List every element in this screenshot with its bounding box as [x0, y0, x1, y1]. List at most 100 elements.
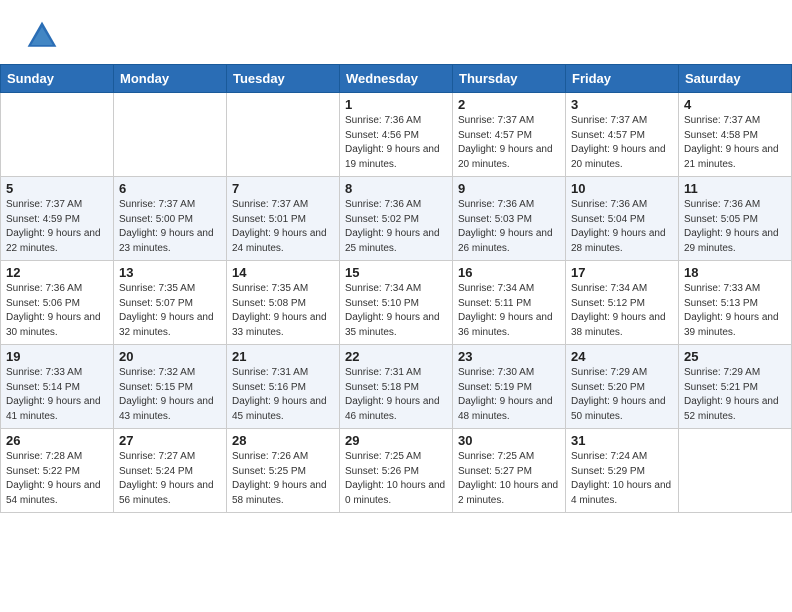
day-number: 17 — [571, 265, 673, 280]
day-number: 24 — [571, 349, 673, 364]
calendar-cell: 29Sunrise: 7:25 AM Sunset: 5:26 PM Dayli… — [340, 429, 453, 513]
day-number: 6 — [119, 181, 221, 196]
day-info: Sunrise: 7:37 AM Sunset: 4:57 PM Dayligh… — [571, 114, 673, 172]
day-info: Sunrise: 7:25 AM Sunset: 5:27 PM Dayligh… — [458, 450, 560, 508]
calendar-cell: 27 Sunrise: 7:27 AM Sunset: 5:24 PM Dayli… — [114, 429, 227, 513]
day-info: Sunrise: 7:34 AM Sunset: 5:10 PM Dayligh… — [345, 282, 447, 340]
day-number: 2 — [458, 97, 560, 112]
calendar-cell: 21 Sunrise: 7:31 AM Sunset: 5:16 PM Dayli… — [227, 345, 340, 429]
logo — [24, 18, 64, 54]
calendar-cell: 12 Sunrise: 7:36 AM Sunset: 5:06 PM Dayli… — [1, 261, 114, 345]
calendar-cell: 2 Sunrise: 7:37 AM Sunset: 4:57 PM Daylig… — [453, 93, 566, 177]
day-number: 1 — [345, 97, 447, 112]
calendar-cell: 3 Sunrise: 7:37 AM Sunset: 4:57 PM Daylig… — [566, 93, 679, 177]
day-info: Sunrise: 7:35 AM Sunset: 5:07 PM Dayligh… — [119, 282, 221, 340]
day-number: 9 — [458, 181, 560, 196]
calendar-table: SundayMondayTuesdayWednesdayThursdayFrid… — [0, 64, 792, 513]
day-number: 13 — [119, 265, 221, 280]
calendar-week-4: 26Sunrise: 7:28 AM Sunset: 5:22 PM Dayli… — [1, 429, 792, 513]
day-info: Sunrise: 7:25 AM Sunset: 5:26 PM Dayligh… — [345, 450, 447, 508]
day-number: 28 — [232, 433, 334, 448]
calendar-cell: 14 Sunrise: 7:35 AM Sunset: 5:08 PM Dayli… — [227, 261, 340, 345]
calendar-header-wednesday: Wednesday — [340, 65, 453, 93]
calendar-cell: 16 Sunrise: 7:34 AM Sunset: 5:11 PM Dayli… — [453, 261, 566, 345]
calendar-cell: 1 Sunrise: 7:36 AM Sunset: 4:56 PM Daylig… — [340, 93, 453, 177]
calendar-cell: 25 Sunrise: 7:29 AM Sunset: 5:21 PM Dayli… — [679, 345, 792, 429]
day-info: Sunrise: 7:36 AM Sunset: 5:02 PM Dayligh… — [345, 198, 447, 256]
calendar-cell: 4Sunrise: 7:37 AM Sunset: 4:58 PM Daylig… — [679, 93, 792, 177]
calendar-cell: 9 Sunrise: 7:36 AM Sunset: 5:03 PM Daylig… — [453, 177, 566, 261]
calendar-week-1: 5 Sunrise: 7:37 AM Sunset: 4:59 PM Daylig… — [1, 177, 792, 261]
calendar-header-thursday: Thursday — [453, 65, 566, 93]
calendar-cell: 24 Sunrise: 7:29 AM Sunset: 5:20 PM Dayli… — [566, 345, 679, 429]
day-info: Sunrise: 7:37 AM Sunset: 5:00 PM Dayligh… — [119, 198, 221, 256]
day-number: 4 — [684, 97, 786, 112]
calendar-week-0: 1 Sunrise: 7:36 AM Sunset: 4:56 PM Daylig… — [1, 93, 792, 177]
calendar-cell: 11 Sunrise: 7:36 AM Sunset: 5:05 PM Dayli… — [679, 177, 792, 261]
calendar-cell: 17Sunrise: 7:34 AM Sunset: 5:12 PM Dayli… — [566, 261, 679, 345]
calendar-cell: 28 Sunrise: 7:26 AM Sunset: 5:25 PM Dayli… — [227, 429, 340, 513]
day-number: 16 — [458, 265, 560, 280]
day-info: Sunrise: 7:30 AM Sunset: 5:19 PM Dayligh… — [458, 366, 560, 424]
calendar-cell — [679, 429, 792, 513]
day-info: Sunrise: 7:24 AM Sunset: 5:29 PM Dayligh… — [571, 450, 673, 508]
day-number: 12 — [6, 265, 108, 280]
page: SundayMondayTuesdayWednesdayThursdayFrid… — [0, 0, 792, 513]
day-info: Sunrise: 7:31 AM Sunset: 5:18 PM Dayligh… — [345, 366, 447, 424]
day-number: 27 — [119, 433, 221, 448]
day-info: Sunrise: 7:26 AM Sunset: 5:25 PM Dayligh… — [232, 450, 334, 508]
day-info: Sunrise: 7:33 AM Sunset: 5:14 PM Dayligh… — [6, 366, 108, 424]
day-number: 5 — [6, 181, 108, 196]
day-info: Sunrise: 7:29 AM Sunset: 5:21 PM Dayligh… — [684, 366, 786, 424]
day-info: Sunrise: 7:37 AM Sunset: 4:57 PM Dayligh… — [458, 114, 560, 172]
day-info: Sunrise: 7:35 AM Sunset: 5:08 PM Dayligh… — [232, 282, 334, 340]
day-info: Sunrise: 7:31 AM Sunset: 5:16 PM Dayligh… — [232, 366, 334, 424]
day-info: Sunrise: 7:27 AM Sunset: 5:24 PM Dayligh… — [119, 450, 221, 508]
calendar-cell: 5 Sunrise: 7:37 AM Sunset: 4:59 PM Daylig… — [1, 177, 114, 261]
header — [0, 0, 792, 64]
calendar-header-friday: Friday — [566, 65, 679, 93]
logo-icon — [24, 18, 60, 54]
calendar-cell: 31 Sunrise: 7:24 AM Sunset: 5:29 PM Dayli… — [566, 429, 679, 513]
calendar-cell: 7 Sunrise: 7:37 AM Sunset: 5:01 PM Daylig… — [227, 177, 340, 261]
calendar-cell: 30 Sunrise: 7:25 AM Sunset: 5:27 PM Dayli… — [453, 429, 566, 513]
day-number: 20 — [119, 349, 221, 364]
day-number: 10 — [571, 181, 673, 196]
calendar-cell: 20Sunrise: 7:32 AM Sunset: 5:15 PM Dayli… — [114, 345, 227, 429]
day-number: 21 — [232, 349, 334, 364]
day-info: Sunrise: 7:33 AM Sunset: 5:13 PM Dayligh… — [684, 282, 786, 340]
day-info: Sunrise: 7:37 AM Sunset: 4:59 PM Dayligh… — [6, 198, 108, 256]
calendar-header-saturday: Saturday — [679, 65, 792, 93]
day-info: Sunrise: 7:34 AM Sunset: 5:11 PM Dayligh… — [458, 282, 560, 340]
calendar-cell: 22 Sunrise: 7:31 AM Sunset: 5:18 PM Dayli… — [340, 345, 453, 429]
calendar-week-2: 12 Sunrise: 7:36 AM Sunset: 5:06 PM Dayli… — [1, 261, 792, 345]
calendar-cell: 6 Sunrise: 7:37 AM Sunset: 5:00 PM Daylig… — [114, 177, 227, 261]
calendar-week-3: 19Sunrise: 7:33 AM Sunset: 5:14 PM Dayli… — [1, 345, 792, 429]
day-number: 30 — [458, 433, 560, 448]
day-number: 31 — [571, 433, 673, 448]
day-info: Sunrise: 7:37 AM Sunset: 5:01 PM Dayligh… — [232, 198, 334, 256]
day-number: 23 — [458, 349, 560, 364]
day-info: Sunrise: 7:29 AM Sunset: 5:20 PM Dayligh… — [571, 366, 673, 424]
day-number: 3 — [571, 97, 673, 112]
calendar-cell: 18Sunrise: 7:33 AM Sunset: 5:13 PM Dayli… — [679, 261, 792, 345]
calendar-cell: 8Sunrise: 7:36 AM Sunset: 5:02 PM Daylig… — [340, 177, 453, 261]
day-number: 26 — [6, 433, 108, 448]
day-number: 22 — [345, 349, 447, 364]
calendar-cell: 15 Sunrise: 7:34 AM Sunset: 5:10 PM Dayli… — [340, 261, 453, 345]
day-number: 15 — [345, 265, 447, 280]
day-number: 7 — [232, 181, 334, 196]
calendar-cell — [227, 93, 340, 177]
day-info: Sunrise: 7:36 AM Sunset: 4:56 PM Dayligh… — [345, 114, 447, 172]
calendar-cell — [1, 93, 114, 177]
day-info: Sunrise: 7:36 AM Sunset: 5:05 PM Dayligh… — [684, 198, 786, 256]
day-number: 11 — [684, 181, 786, 196]
calendar-header-monday: Monday — [114, 65, 227, 93]
day-number: 14 — [232, 265, 334, 280]
day-info: Sunrise: 7:36 AM Sunset: 5:06 PM Dayligh… — [6, 282, 108, 340]
calendar-header-tuesday: Tuesday — [227, 65, 340, 93]
calendar-cell: 13 Sunrise: 7:35 AM Sunset: 5:07 PM Dayli… — [114, 261, 227, 345]
day-number: 25 — [684, 349, 786, 364]
day-info: Sunrise: 7:36 AM Sunset: 5:03 PM Dayligh… — [458, 198, 560, 256]
calendar-cell: 19Sunrise: 7:33 AM Sunset: 5:14 PM Dayli… — [1, 345, 114, 429]
